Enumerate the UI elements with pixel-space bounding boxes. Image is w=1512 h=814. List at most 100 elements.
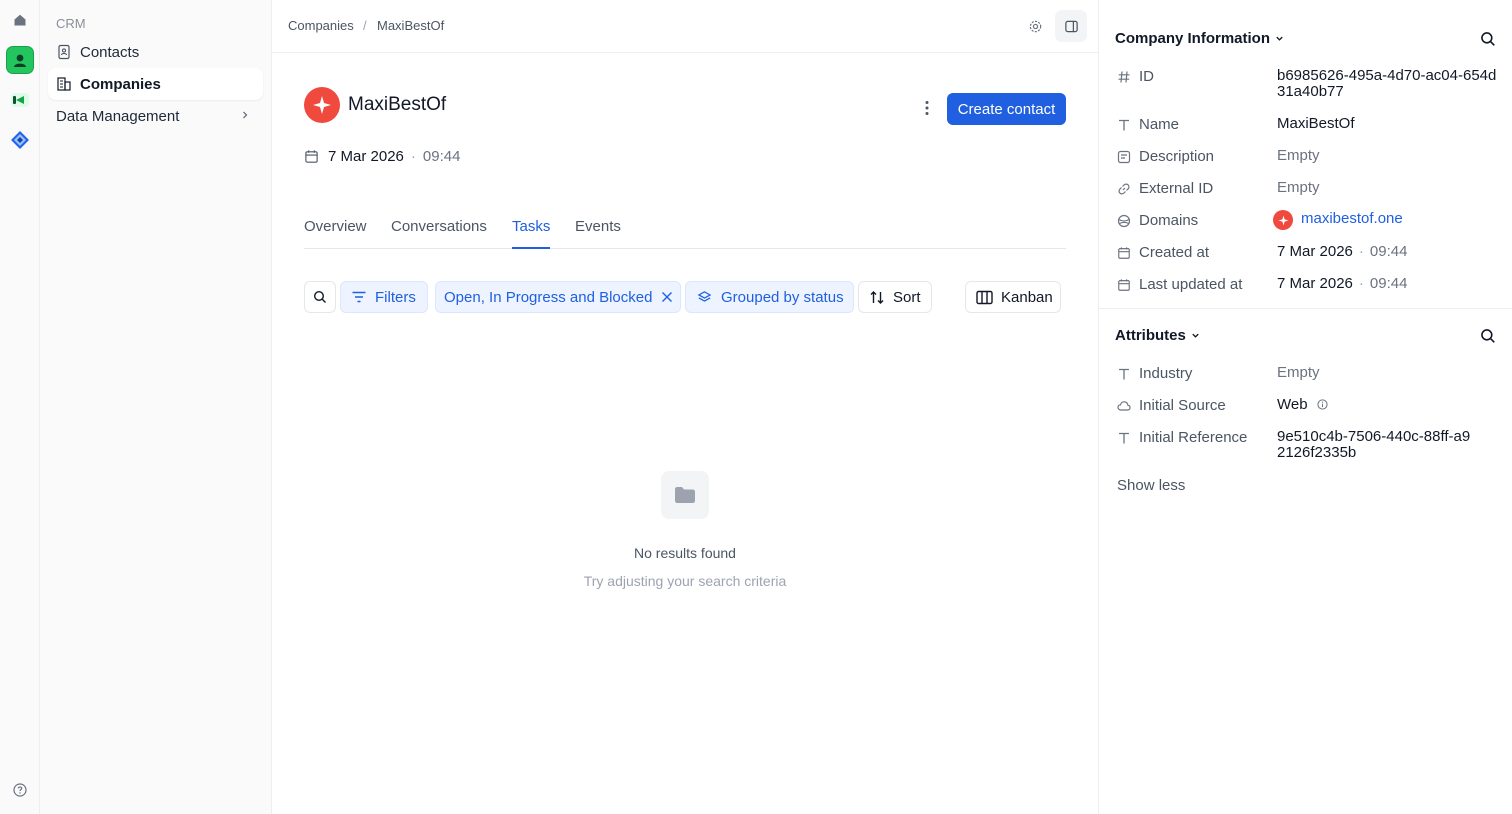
sidebar-item-companies[interactable]: Companies: [48, 68, 263, 100]
building-icon: [57, 77, 71, 91]
calendar-icon: [1118, 247, 1130, 259]
updated-time: 09:44: [1369, 275, 1408, 292]
domain-link[interactable]: maxibestof.one: [1301, 211, 1512, 227]
created-date: 7 Mar 2026: [1277, 243, 1353, 260]
video-app-icon[interactable]: [6, 86, 34, 114]
field-description: Description Empty: [1115, 148, 1505, 166]
tab-events[interactable]: Events: [575, 218, 621, 249]
search-icon: [313, 290, 326, 303]
view-mode-label: Kanban: [1001, 288, 1053, 306]
sidebar-item-contacts[interactable]: Contacts: [48, 36, 263, 68]
field-label: Initial Reference: [1139, 429, 1248, 446]
field-value[interactable]: Empty: [1277, 180, 1497, 196]
info-icon[interactable]: [1317, 399, 1328, 410]
toggle-panel-button[interactable]: [1055, 10, 1087, 42]
tab-tasks[interactable]: Tasks: [512, 218, 551, 249]
date-separator: ·: [1358, 243, 1364, 260]
attributes-title: Attributes: [1115, 327, 1186, 344]
field-label: External ID: [1139, 180, 1214, 197]
field-value[interactable]: 7 Mar 2026 · 09:44: [1277, 276, 1497, 292]
chevron-down-icon: [1276, 36, 1283, 41]
field-label: Last updated at: [1139, 276, 1243, 293]
sidebar-panel-icon: [1064, 20, 1078, 32]
initial-source-value: Web: [1277, 396, 1308, 413]
home-icon[interactable]: [6, 6, 34, 34]
sidebar-section-title: CRM: [56, 16, 86, 31]
date-separator: ·: [1358, 275, 1364, 292]
help-icon[interactable]: [6, 776, 34, 804]
tab-conversations[interactable]: Conversations: [391, 218, 487, 249]
company-info-header[interactable]: Company Information: [1115, 30, 1285, 47]
view-mode-button[interactable]: Kanban: [965, 281, 1061, 313]
empty-state-box: [661, 471, 709, 519]
contact-book-icon: [58, 44, 70, 60]
field-value[interactable]: Empty: [1277, 148, 1497, 164]
field-name: Name MaxiBestOf: [1115, 116, 1505, 134]
search-button[interactable]: [304, 281, 336, 313]
status-filter-chip[interactable]: Open, In Progress and Blocked: [435, 281, 681, 313]
company-created-date: 7 Mar 2026 · 09:44: [304, 148, 460, 165]
calendar-icon: [1118, 279, 1130, 291]
time-value: 09:44: [422, 148, 461, 165]
company-logo: [304, 87, 340, 123]
close-icon[interactable]: [661, 291, 673, 303]
sidebar-item-label: Companies: [80, 75, 161, 93]
text-icon: [1119, 368, 1129, 380]
kanban-columns-icon: [976, 290, 993, 304]
top-bar: Companies / MaxiBestOf: [272, 0, 1098, 53]
gear-icon: [1029, 20, 1041, 32]
sidebar-item-label: Contacts: [80, 43, 140, 61]
status-filter-label: Open, In Progress and Blocked: [444, 288, 653, 306]
settings-button[interactable]: [1019, 10, 1051, 42]
field-value[interactable]: 7 Mar 2026 · 09:44: [1277, 244, 1497, 260]
breadcrumb-current: MaxiBestOf: [377, 18, 445, 33]
diamond-app-icon[interactable]: [6, 126, 34, 154]
field-label: Domains: [1139, 212, 1199, 229]
grouping-button[interactable]: Grouped by status: [685, 281, 854, 313]
field-value[interactable]: MaxiBestOf: [1277, 116, 1497, 132]
company-info-title: Company Information: [1115, 30, 1271, 47]
sidebar: CRM Contacts Companies Data Management: [40, 0, 272, 814]
kebab-menu-icon: [925, 101, 929, 115]
text-icon: [1119, 119, 1129, 131]
date-value: 7 Mar 2026: [328, 148, 404, 165]
create-contact-button[interactable]: Create contact: [947, 93, 1066, 125]
updated-date: 7 Mar 2026: [1277, 275, 1353, 292]
filter-lines-icon: [352, 291, 366, 303]
sparkle-icon: [1278, 215, 1288, 225]
details-panel: Company Information ID b6985626-495a-4d7…: [1098, 0, 1512, 814]
sidebar-item-data-management[interactable]: Data Management: [48, 100, 263, 132]
sort-button[interactable]: Sort: [858, 281, 932, 313]
sort-arrows-icon: [870, 290, 884, 304]
sort-label: Sort: [893, 288, 921, 306]
calendar-icon: [305, 150, 318, 163]
filters-label: Filters: [375, 288, 416, 306]
search-icon[interactable]: [1480, 328, 1496, 344]
sparkle-icon: [313, 96, 331, 114]
crm-app-icon[interactable]: [6, 46, 34, 74]
breadcrumb-separator: /: [363, 18, 367, 33]
filters-button[interactable]: Filters: [340, 281, 428, 313]
field-id: ID b6985626-495a-4d70-ac04-654d31a40b77: [1115, 68, 1505, 100]
note-icon: [1117, 150, 1131, 164]
chevron-down-icon: [1192, 333, 1199, 338]
tab-overview[interactable]: Overview: [304, 218, 367, 249]
field-external-id: External ID Empty: [1115, 180, 1505, 198]
text-icon: [1119, 432, 1129, 444]
empty-state-title: No results found: [634, 545, 736, 561]
more-options-button[interactable]: [916, 96, 938, 120]
show-less-link[interactable]: Show less: [1117, 477, 1185, 494]
field-label: Name: [1139, 116, 1180, 133]
field-created-at: Created at 7 Mar 2026 · 09:44: [1115, 244, 1505, 262]
attributes-header[interactable]: Attributes: [1115, 327, 1201, 344]
field-value[interactable]: Empty: [1277, 365, 1497, 381]
field-value[interactable]: 9e510c4b-7506-440c-88ff-a92126f2335b: [1277, 429, 1473, 461]
field-value[interactable]: Web: [1277, 397, 1497, 413]
globe-icon: [1117, 214, 1131, 228]
section-divider: [1099, 308, 1512, 309]
field-label: Initial Source: [1139, 397, 1226, 414]
search-icon[interactable]: [1480, 31, 1496, 47]
field-last-updated-at: Last updated at 7 Mar 2026 · 09:44: [1115, 276, 1505, 294]
field-value[interactable]: b6985626-495a-4d70-ac04-654d31a40b77: [1277, 68, 1497, 100]
breadcrumb-parent[interactable]: Companies: [288, 18, 354, 33]
